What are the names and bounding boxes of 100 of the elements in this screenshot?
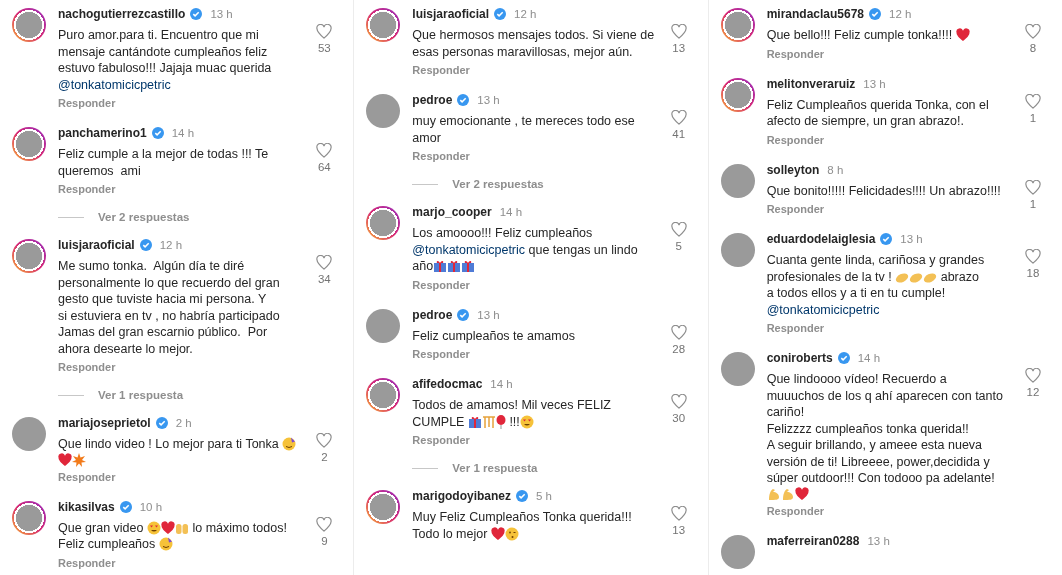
username[interactable]: kikasilvas [58,499,115,514]
comment-text: Que hermosos mensajes todos. Si viene de [412,27,655,44]
comment-text: versión de ti! Libreeee, power,decidida y [766,453,990,470]
heart-icon[interactable] [670,222,687,237]
comment-text: año [412,258,434,275]
comment-text: a todos ellos y a ti en tu cumple! [766,285,946,302]
heart-icon[interactable] [316,433,333,448]
heart-icon[interactable] [316,516,333,532]
username[interactable]: mariajoseprietol [58,416,151,430]
heart-icon[interactable] [670,394,687,409]
comment-text: Puro amor.para ti. Encuentro que mi [58,27,259,44]
comment-text: Cuanta gente linda, cariñosa y grandes [766,252,985,269]
like-count: 30 [672,412,686,424]
comment-text: Felizzzz cumpleaños tonka querida!! [766,420,969,437]
timestamp: 14 h [499,206,523,218]
comment-text: abrazo [939,268,979,285]
heart-icon[interactable] [670,506,687,521]
avatar[interactable] [12,417,46,451]
username[interactable]: melitonveraruiz [766,76,856,91]
avatar[interactable] [720,8,755,42]
avatar[interactable] [720,534,755,569]
heart-icon[interactable] [1025,93,1041,109]
comment-text: Me sumo tonka. Algún día te diré [58,258,245,275]
timestamp: 13 h [900,233,923,245]
avatar[interactable] [12,8,46,42]
timestamp: 5 h [536,490,552,502]
username[interactable]: solleyton [766,162,820,177]
avatar[interactable] [720,163,755,198]
username[interactable]: eduardodelaiglesia [766,232,876,246]
username[interactable]: mirandaclau5678 [766,7,865,21]
timestamp: 14 h [857,352,881,364]
avatar[interactable] [366,378,401,412]
like-count: 64 [317,161,331,173]
username[interactable]: maferreiran0288 [766,533,860,548]
timestamp: 13 h [867,534,890,547]
burst-icon [72,452,86,467]
comment-text: Que lindo video ! Lo mejor para ti Tonka [58,436,280,453]
heart-icon[interactable] [1025,368,1041,383]
comment-text: Los amoooo!!! Feliz cumpleaños [412,225,593,242]
username[interactable]: marigodoyibanez [412,489,511,503]
timestamp: 10 h [139,500,163,513]
comment-text: !!! [508,413,520,430]
comment-text: Que bonito!!!!! Felicidades!!!! Un abrazo!!!! [766,182,1001,199]
timestamp: 12 h [514,8,537,20]
heart-icon[interactable] [670,24,687,39]
flexed-arm-icon [766,486,781,501]
username[interactable]: afifedocmac [412,377,483,391]
heart-icon[interactable] [1025,179,1041,195]
heart-eyes-face-icon [146,520,161,535]
username[interactable]: luisjaraoficial [412,7,490,21]
heart-icon[interactable] [316,255,333,270]
avatar[interactable] [12,127,46,161]
avatar[interactable] [12,239,46,273]
like-count: 9 [321,534,328,547]
username[interactable]: panchamerino1 [58,126,147,140]
username[interactable]: marjo_cooper [412,205,492,219]
timestamp: 14 h [171,127,195,139]
heart-icon[interactable] [316,24,333,39]
avatar[interactable] [366,308,401,343]
comment-text: CUMPLE [412,413,466,430]
like-count: 13 [672,524,686,536]
comment-text: amor [412,129,441,146]
comment-text: profesionales de la tv ! [766,268,893,285]
comment-text: Jamas del gran escarnio público. Por [58,324,268,341]
timestamp: 12 h [889,8,912,20]
avatar[interactable] [366,94,401,128]
username[interactable]: nachogutierrezcastillo [58,7,186,21]
heart-icon[interactable] [1025,249,1041,264]
username[interactable]: pedroe [412,307,453,322]
party-face-icon [282,437,297,452]
avatar[interactable] [720,352,755,386]
username[interactable]: pedroe [412,93,453,107]
heart-icon[interactable] [670,324,687,340]
avatar[interactable] [720,233,755,267]
timestamp: 13 h [477,308,500,321]
balloon-icon [495,414,506,429]
heart-icon[interactable] [670,110,687,125]
comment-text: Feliz cumpleaños [58,536,157,553]
kissing-face-icon [504,526,519,541]
avatar[interactable] [366,8,401,42]
avatar[interactable] [720,77,755,112]
avatar[interactable] [366,490,401,524]
like-count: 13 [672,42,686,54]
comment-text: Feliz cumpleaños te amamos [412,327,575,344]
avatar[interactable] [366,206,401,240]
avatar[interactable] [12,500,46,535]
mention-link[interactable]: @tonkatomicicpetric [766,301,880,318]
mention-link[interactable]: @tonkatomicicpetric [58,76,171,93]
comment-text: A seguir brillando, y ameee esta nueva [766,437,983,454]
comment-text: que tengas un lindo [527,241,638,258]
like-count: 28 [672,342,686,355]
comment-text: Muy Feliz Cumpleaños Tonka querida!!! [412,509,632,526]
comment-text: muy emocionante , te mereces todo ese [412,113,635,130]
username[interactable]: luisjaraoficial [58,238,135,252]
username[interactable]: coniroberts [766,351,833,365]
heart-icon[interactable] [1025,24,1041,39]
comment-text: Todo lo mejor [412,525,489,542]
heart-icon[interactable] [316,143,333,158]
like-count: 2 [321,451,328,463]
mention-link[interactable]: @tonkatomicicpetric [412,241,526,258]
